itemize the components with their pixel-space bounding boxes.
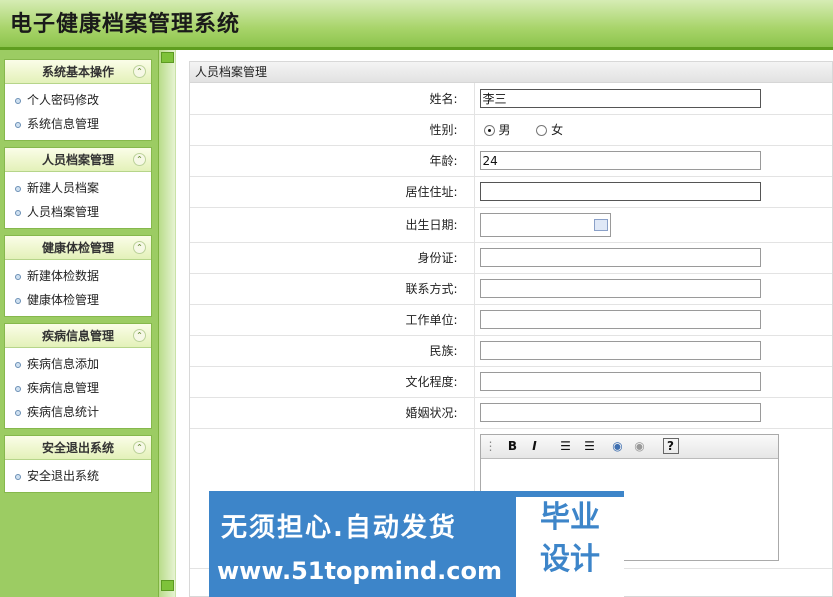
address-input[interactable] bbox=[479, 182, 761, 201]
sidebar-item-password[interactable]: 个人密码修改 bbox=[5, 88, 151, 112]
field-label: 联系方式: bbox=[190, 273, 475, 305]
watermark-url: www.51topmind.com bbox=[217, 557, 502, 585]
sidebar-group-header[interactable]: 人员档案管理 ⌃ bbox=[5, 148, 151, 172]
marital-input[interactable] bbox=[479, 403, 761, 422]
idcard-input[interactable] bbox=[479, 248, 761, 267]
sidebar-group-title: 人员档案管理 bbox=[41, 153, 114, 167]
workplace-input[interactable] bbox=[479, 310, 761, 329]
education-input[interactable] bbox=[479, 372, 761, 391]
sidebar-group-header[interactable]: 安全退出系统 ⌃ bbox=[5, 436, 151, 460]
sidebar-splitter[interactable] bbox=[158, 50, 176, 597]
sidebar-group-title: 疾病信息管理 bbox=[41, 329, 114, 343]
ethnicity-input[interactable] bbox=[479, 341, 761, 360]
field-label: 文化程度: bbox=[190, 366, 475, 398]
name-input[interactable] bbox=[479, 88, 761, 108]
bullet-icon bbox=[15, 297, 21, 304]
italic-button[interactable]: I bbox=[527, 438, 543, 455]
sidebar-group-title: 健康体检管理 bbox=[41, 241, 114, 255]
ordered-list-icon[interactable]: ☰ bbox=[557, 438, 575, 455]
sidebar-item-manage-disease[interactable]: 疾病信息管理 bbox=[5, 376, 151, 400]
insert-link-icon[interactable]: ◉ bbox=[609, 438, 627, 455]
bullet-icon bbox=[15, 473, 21, 480]
toolbar-grip-icon: ⋮ bbox=[484, 438, 497, 453]
age-input[interactable] bbox=[479, 151, 761, 170]
bullet-icon bbox=[15, 185, 21, 192]
field-label: 姓名: bbox=[190, 83, 475, 115]
sidebar-group-header[interactable]: 健康体检管理 ⌃ bbox=[5, 236, 151, 260]
sidebar-item-add-disease[interactable]: 疾病信息添加 bbox=[5, 352, 151, 376]
bullet-icon bbox=[15, 361, 21, 368]
sidebar-group-header[interactable]: 疾病信息管理 ⌃ bbox=[5, 324, 151, 348]
sidebar: 系统基本操作 ⌃ 个人密码修改 系统信息管理 人员档案管理 ⌃ 新建人员档案 人… bbox=[0, 50, 158, 597]
bullet-icon bbox=[15, 409, 21, 416]
collapse-icon[interactable]: ⌃ bbox=[133, 65, 146, 78]
watermark-line1: 无须担心.自动发货 bbox=[221, 513, 457, 543]
bullet-icon bbox=[15, 385, 21, 392]
help-button[interactable]: ? bbox=[662, 437, 679, 454]
sidebar-group-checkup: 健康体检管理 ⌃ 新建体检数据 健康体检管理 bbox=[4, 235, 152, 317]
bold-button[interactable]: B bbox=[505, 438, 521, 455]
field-label: 身份证: bbox=[190, 242, 475, 274]
watermark-badge-line1: 毕业 bbox=[540, 500, 600, 535]
collapse-icon[interactable]: ⌃ bbox=[133, 441, 146, 454]
gender-radio-male[interactable] bbox=[483, 125, 495, 136]
gender-option-label: 女 bbox=[551, 123, 564, 137]
sidebar-group-disease: 疾病信息管理 ⌃ 疾病信息添加 疾病信息管理 疾病信息统计 bbox=[4, 323, 152, 429]
collapse-icon[interactable]: ⌃ bbox=[133, 153, 146, 166]
watermark-banner: 无须担心.自动发货 www.51topmind.com 毕业 设计 bbox=[209, 491, 624, 597]
app-title: 电子健康档案管理系统 bbox=[10, 12, 241, 37]
sidebar-group-system: 系统基本操作 ⌃ 个人密码修改 系统信息管理 bbox=[4, 59, 152, 141]
sidebar-group-personnel: 人员档案管理 ⌃ 新建人员档案 人员档案管理 bbox=[4, 147, 152, 229]
sidebar-item-new-checkup[interactable]: 新建体检数据 bbox=[5, 264, 151, 288]
sidebar-group-header[interactable]: 系统基本操作 ⌃ bbox=[5, 60, 151, 84]
gender-radio-female[interactable] bbox=[536, 125, 548, 136]
editor-toolbar: ⋮ B I ☰ ☰ ◉ ◉ ? bbox=[480, 434, 778, 459]
remove-link-icon[interactable]: ◉ bbox=[631, 438, 649, 455]
bullet-icon bbox=[15, 121, 21, 128]
field-label: 出生日期: bbox=[190, 207, 475, 243]
panel-title: 人员档案管理 bbox=[190, 62, 832, 83]
sidebar-item-disease-stats[interactable]: 疾病信息统计 bbox=[5, 400, 151, 424]
bullet-icon bbox=[15, 209, 21, 216]
sidebar-group-title: 安全退出系统 bbox=[41, 441, 114, 455]
field-label: 民族: bbox=[190, 335, 475, 367]
unordered-list-icon[interactable]: ☰ bbox=[581, 438, 599, 455]
watermark-badge-line2: 设计 bbox=[540, 542, 600, 577]
bullet-icon bbox=[15, 273, 21, 280]
contact-input[interactable] bbox=[479, 279, 761, 298]
field-label: 年龄: bbox=[190, 145, 475, 177]
sidebar-group-title: 系统基本操作 bbox=[41, 65, 114, 79]
splitter-handle-icon[interactable] bbox=[161, 580, 174, 591]
watermark-badge: 毕业 设计 bbox=[516, 497, 624, 597]
sidebar-item-system-info[interactable]: 系统信息管理 bbox=[5, 112, 151, 136]
field-label: 工作单位: bbox=[190, 304, 475, 336]
bullet-icon bbox=[15, 97, 21, 104]
collapse-icon[interactable]: ⌃ bbox=[133, 329, 146, 342]
app-header: 电子健康档案管理系统 bbox=[0, 0, 833, 50]
splitter-handle-icon[interactable] bbox=[161, 52, 174, 63]
sidebar-item-manage-personnel[interactable]: 人员档案管理 bbox=[5, 200, 151, 224]
sidebar-item-manage-checkup[interactable]: 健康体检管理 bbox=[5, 288, 151, 312]
gender-option-label: 男 bbox=[498, 123, 511, 137]
calendar-icon[interactable] bbox=[593, 218, 608, 231]
field-label: 婚姻状况: bbox=[190, 397, 475, 429]
field-label: 性别: bbox=[190, 114, 475, 146]
sidebar-item-new-personnel[interactable]: 新建人员档案 bbox=[5, 176, 151, 200]
collapse-icon[interactable]: ⌃ bbox=[133, 241, 146, 254]
field-label: 居住住址: bbox=[190, 176, 475, 208]
birthdate-picker[interactable] bbox=[479, 212, 611, 237]
sidebar-group-logout: 安全退出系统 ⌃ 安全退出系统 bbox=[4, 435, 152, 493]
sidebar-item-logout[interactable]: 安全退出系统 bbox=[5, 464, 151, 488]
